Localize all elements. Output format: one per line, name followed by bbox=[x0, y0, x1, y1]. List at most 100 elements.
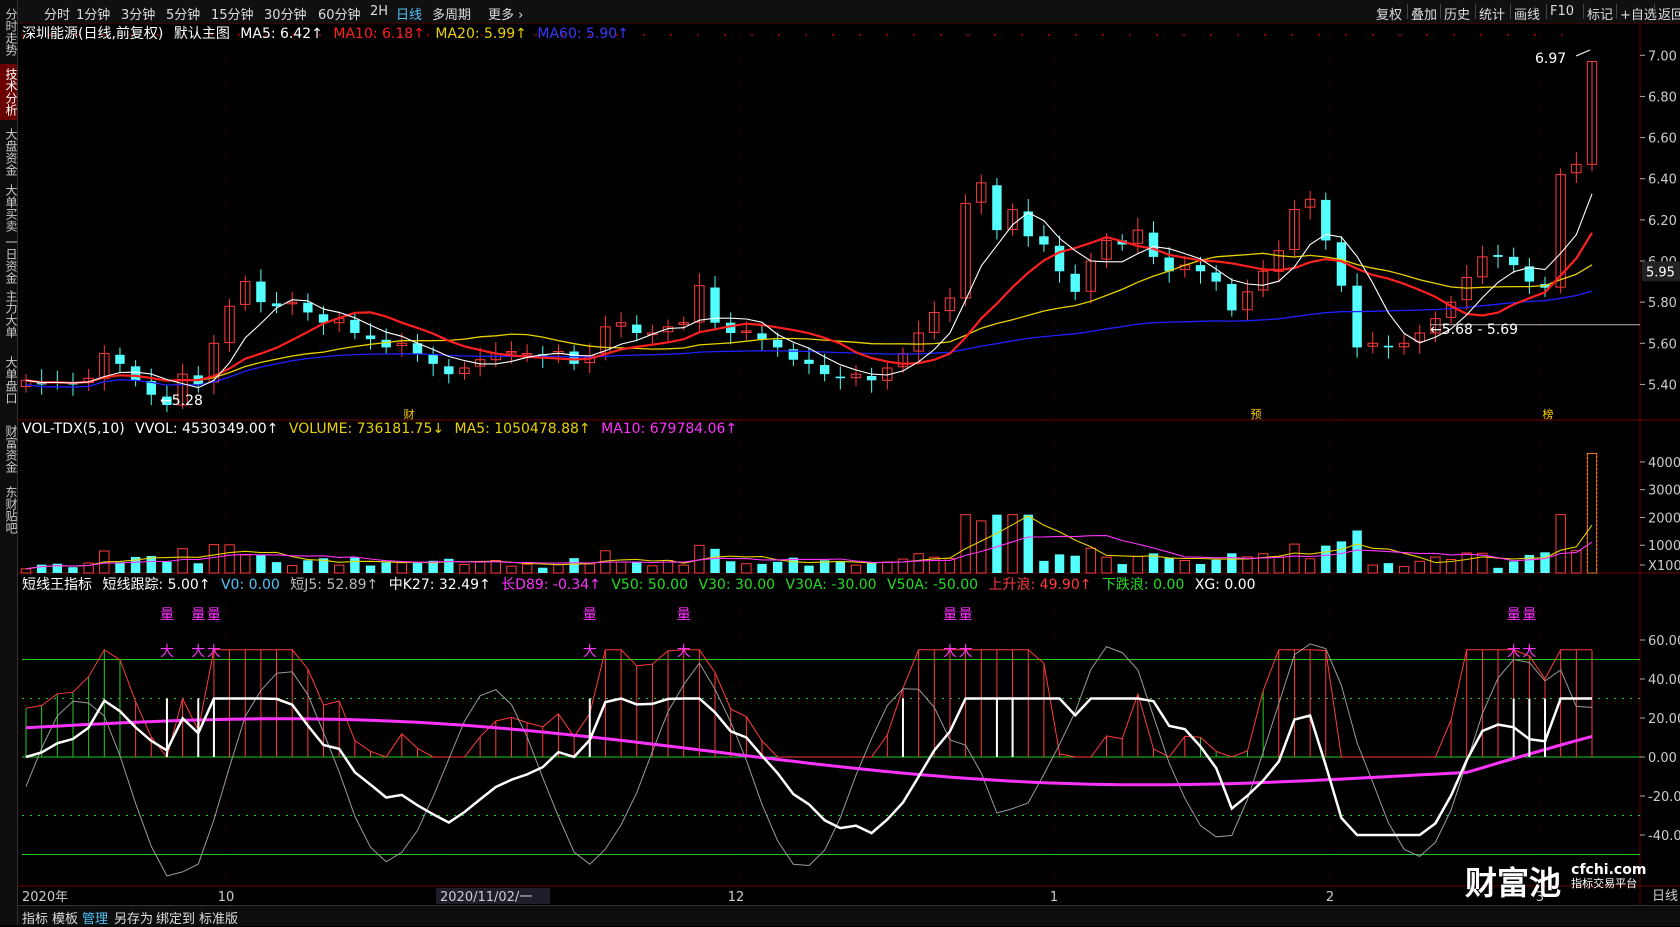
date-axis-label: 1 bbox=[1050, 890, 1058, 905]
volume-bar-down bbox=[52, 563, 63, 573]
volume-bar-down bbox=[1321, 545, 1331, 573]
stock-title: 深圳能源(日线,前复权) bbox=[22, 26, 164, 42]
candle-down bbox=[1070, 273, 1080, 292]
volume-bar-down bbox=[1211, 559, 1221, 573]
candle-down bbox=[130, 366, 141, 381]
volume-bar-up bbox=[1101, 556, 1112, 574]
volume-bar-down bbox=[1336, 541, 1347, 573]
volume-bar-down bbox=[303, 560, 313, 573]
volume-bar-down bbox=[992, 514, 1002, 573]
volume-bar-down bbox=[1070, 555, 1080, 573]
volume-bar-up bbox=[1257, 553, 1269, 574]
volume-bar-up bbox=[1289, 543, 1300, 574]
volume-bar-down bbox=[1195, 564, 1206, 573]
volume-bar-down bbox=[1352, 530, 1362, 573]
volume-bar-down bbox=[115, 562, 125, 573]
volume-bar-down bbox=[569, 558, 579, 573]
ind-f10: 上升浪: 49.90↑ bbox=[988, 577, 1092, 593]
price-axis-label: 6.80 bbox=[1648, 90, 1677, 105]
big-signal-label: 大 bbox=[583, 644, 597, 660]
event-marker: 财 bbox=[404, 407, 415, 421]
candle-down bbox=[772, 339, 783, 348]
date-axis-label: 10 bbox=[218, 890, 235, 905]
volume-bar-up bbox=[647, 565, 658, 574]
date-axis-label: 2020/11/02/一 bbox=[440, 890, 532, 905]
big-signal-label: 大 bbox=[191, 644, 205, 660]
candle-down bbox=[835, 376, 846, 379]
ind-f7: V30: 30.00 bbox=[698, 577, 776, 593]
mode-select[interactable]: 默认主图 bbox=[174, 26, 230, 42]
stock-chart[interactable]: 7.006.806.606.406.206.005.805.605.405.95… bbox=[0, 0, 1680, 925]
volume-bar-up bbox=[20, 568, 32, 574]
indicator-axis-label: -40.00 bbox=[1648, 829, 1680, 844]
volume-bar-down bbox=[36, 564, 47, 573]
volume-bar-down bbox=[68, 567, 78, 573]
candle-down bbox=[1148, 232, 1159, 257]
candle-down bbox=[365, 335, 376, 340]
logo-main: 财富池 bbox=[1465, 864, 1562, 902]
ind-f3: 短J5: 52.89↑ bbox=[290, 577, 379, 593]
volume-bar-down bbox=[1039, 560, 1049, 573]
volume-bar-up bbox=[584, 563, 595, 574]
volume-bar-down bbox=[350, 557, 360, 573]
volume-bar-down bbox=[412, 562, 423, 573]
big-signal-label: 大 bbox=[207, 644, 221, 660]
logo-slogan: 指标交易平台 bbox=[1571, 877, 1638, 890]
volume-bar-down bbox=[1054, 554, 1065, 573]
price-axis-label: 6.60 bbox=[1648, 132, 1677, 147]
candle-down bbox=[1227, 284, 1237, 311]
big-signal-label: 大 bbox=[959, 644, 973, 660]
period-label: 日线 bbox=[1652, 889, 1678, 904]
volume-bar-up bbox=[240, 554, 251, 574]
big-signal-label: 大 bbox=[1507, 644, 1521, 660]
volume-bar-up bbox=[1430, 556, 1441, 574]
volume-axis-label: 10000 bbox=[1648, 539, 1680, 554]
ind-f2: V0: 0.00 bbox=[220, 577, 280, 593]
bottom-toolbar: 指标 模板 管理 另存为 绑定到 标准版 bbox=[18, 905, 1680, 927]
price-axis-label: 5.80 bbox=[1648, 296, 1677, 311]
vvol-value: VVOL: 4530349.00↑ bbox=[135, 421, 279, 437]
ind-f11: 下跌浪: 0.00 bbox=[1101, 577, 1185, 593]
volume-bar-up bbox=[678, 564, 689, 574]
volume-bar-up bbox=[1304, 558, 1316, 574]
volume-bar-down bbox=[1509, 561, 1519, 573]
candle-down bbox=[1039, 236, 1049, 245]
volume-bar-down bbox=[1023, 514, 1033, 573]
indicator-axis-label: 20.00 bbox=[1648, 712, 1680, 727]
volume-bar-up bbox=[960, 514, 971, 574]
vvol-bar bbox=[1586, 453, 1598, 574]
volume-signal-label: 量 bbox=[207, 607, 221, 623]
bottom-tab[interactable]: 指标 bbox=[22, 908, 48, 927]
volume-bar-up bbox=[850, 564, 862, 574]
candle-down bbox=[256, 281, 266, 303]
volume-value: VOLUME: 736181.75↓ bbox=[288, 421, 445, 437]
date-axis-label: 2020年 bbox=[22, 890, 68, 905]
ind-f1: 短线跟踪: 5.00↑ bbox=[102, 577, 211, 593]
bottom-tab[interactable]: 管理 bbox=[82, 908, 108, 927]
volume-bar-up bbox=[334, 564, 345, 574]
price-axis-label: 6.40 bbox=[1648, 173, 1677, 188]
volume-bar-down bbox=[866, 562, 877, 573]
volume-bar-down bbox=[710, 548, 720, 573]
bottom-tab[interactable]: 模板 bbox=[52, 908, 78, 927]
candle-down bbox=[1493, 255, 1503, 257]
bottom-tab[interactable]: 绑定到 bbox=[156, 908, 195, 927]
volume-signal-label: 量 bbox=[191, 607, 205, 623]
volume-bar-up bbox=[882, 561, 893, 574]
volume-bar-up bbox=[474, 560, 486, 574]
volume-bar-down bbox=[365, 565, 376, 573]
volume-bar-down bbox=[271, 562, 282, 573]
candle-down bbox=[1195, 265, 1206, 272]
volume-axis-label: X100 bbox=[1648, 559, 1680, 574]
bottom-tab[interactable]: 标准版 bbox=[199, 908, 238, 927]
bottom-tab[interactable]: 另存为 bbox=[114, 908, 153, 927]
volume-bar-down bbox=[1117, 564, 1127, 573]
candle-down bbox=[303, 302, 313, 313]
logo-domain: cfchi.com bbox=[1571, 862, 1647, 878]
volume-bar-down bbox=[538, 567, 548, 573]
vol-name[interactable]: VOL-TDX(5,10) bbox=[22, 421, 125, 437]
volume-bar-up bbox=[1085, 547, 1097, 574]
candle-down bbox=[632, 324, 642, 333]
ind-name[interactable]: 短线王指标 bbox=[22, 577, 92, 593]
current-price-label: 5.95 bbox=[1646, 265, 1675, 280]
